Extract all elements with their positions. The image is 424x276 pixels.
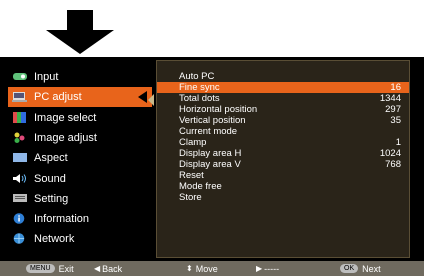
menu-row-clamp[interactable]: Clamp 1 (157, 137, 409, 148)
sidebar-item-network[interactable]: Network (8, 229, 152, 249)
information-icon (12, 213, 28, 225)
menu-row-display-area-v[interactable]: Display area V 768 (157, 159, 409, 170)
sidebar-item-information[interactable]: Information (8, 209, 152, 229)
key-guide-bar: MENU Exit ◀ Back ⬍ Move ▶ ----- OK Next (0, 261, 424, 276)
sidebar-item-label: PC adjust (34, 90, 82, 103)
up-down-arrow-icon: ⬍ (186, 264, 193, 273)
submenu-connector (148, 94, 154, 106)
menu-row-fine-sync[interactable]: Fine sync 16 (157, 82, 409, 93)
right-arrow-icon: ▶ (256, 264, 263, 273)
menu-row-total-dots[interactable]: Total dots 1344 (157, 93, 409, 104)
sidebar-item-image-adjust[interactable]: Image adjust (8, 128, 152, 148)
footer-move: ⬍ Move (186, 263, 218, 274)
left-arrow-icon: ◀ (94, 264, 101, 273)
menu-row-current-mode[interactable]: Current mode (157, 126, 409, 137)
sidebar-item-label: Sound (34, 172, 66, 185)
menu-row-auto-pc[interactable]: Auto PC (157, 71, 409, 82)
down-arrow-indicator (46, 10, 114, 54)
image-adjust-icon (12, 132, 28, 144)
sidebar-item-pc-adjust[interactable]: PC adjust (8, 87, 152, 107)
sidebar-item-label: Network (34, 232, 75, 245)
sound-icon (12, 173, 28, 184)
pc-adjust-icon (12, 91, 28, 103)
sidebar-item-label: Setting (34, 192, 69, 205)
sidebar-item-label: Image adjust (34, 131, 97, 144)
menu-row-reset[interactable]: Reset (157, 170, 409, 181)
sidebar-item-sound[interactable]: Sound (8, 169, 152, 189)
sidebar-item-setting[interactable]: Setting (8, 189, 152, 209)
sidebar-item-label: Image select (34, 111, 97, 124)
projector-menu: Input PC adjust Image select Image adjus… (0, 57, 424, 276)
sidebar-item-aspect[interactable]: Aspect (8, 148, 152, 168)
footer-back: ◀ Back (94, 263, 123, 274)
input-icon (12, 71, 28, 82)
setting-icon (12, 193, 28, 204)
menu-row-store[interactable]: Store (157, 192, 409, 203)
menu-row-horizontal-position[interactable]: Horizontal position 297 (157, 104, 409, 115)
main-menu: Input PC adjust Image select Image adjus… (8, 65, 152, 258)
menu-row-display-area-h[interactable]: Display area H 1024 (157, 148, 409, 159)
menu-row-mode-free[interactable]: Mode free (157, 181, 409, 192)
sidebar-item-label: Aspect (34, 151, 68, 164)
footer-exit: MENU Exit (26, 262, 74, 275)
menu-row-vertical-position[interactable]: Vertical position 35 (157, 115, 409, 126)
aspect-icon (12, 152, 28, 163)
footer-next: OK Next (340, 262, 381, 275)
sidebar-item-label: Input (34, 70, 59, 83)
footer-adjust: ▶ ----- (256, 263, 280, 274)
network-icon (12, 233, 28, 245)
ok-key-icon: OK (340, 264, 359, 273)
selection-pointer-icon (138, 91, 147, 103)
image-select-icon (12, 112, 28, 124)
sidebar-item-label: Information (34, 212, 90, 225)
sidebar-item-image-select[interactable]: Image select (8, 108, 152, 128)
pc-adjust-panel: Auto PC Fine sync 16 Total dots 1344 Hor… (156, 60, 410, 258)
menu-key-icon: MENU (26, 264, 55, 273)
sidebar-item-input[interactable]: Input (8, 67, 152, 87)
